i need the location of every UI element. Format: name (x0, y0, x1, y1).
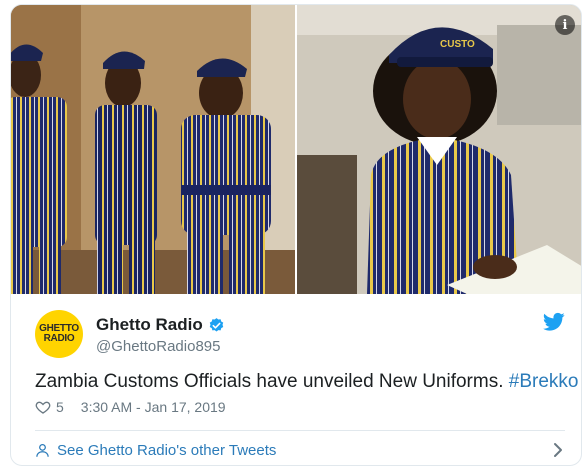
hashtag-link[interactable]: #Brekko (509, 371, 579, 392)
verified-badge-icon (209, 317, 223, 332)
see-other-tweets-link[interactable]: See Ghetto Radio's other Tweets (35, 437, 565, 463)
info-icon[interactable]: i (555, 15, 575, 35)
avatar[interactable]: GHETTO RADIO (35, 310, 83, 358)
photo-customs-officer-reading[interactable]: CUSTO i (297, 5, 581, 294)
embedded-tweet-card[interactable]: CUSTO i GHETTO RADIO Ghetto Radio @Ghett… (10, 4, 582, 466)
see-other-tweets-label[interactable]: See Ghetto Radio's other Tweets (57, 442, 276, 459)
chevron-right-icon[interactable] (551, 442, 565, 458)
like-count[interactable]: 5 (56, 399, 64, 415)
tweet-media[interactable]: CUSTO i (11, 5, 581, 294)
divider (35, 430, 565, 431)
twitter-bird-icon[interactable] (543, 312, 565, 332)
tweet-text: Zambia Customs Officials have unveiled N… (35, 371, 578, 393)
photo-three-customs-officers[interactable] (11, 5, 295, 294)
tweet-meta: 5 3:30 AM - Jan 17, 2019 (35, 399, 226, 415)
account-handle[interactable]: @GhettoRadio895 (96, 338, 220, 355)
account-name[interactable]: Ghetto Radio (96, 315, 203, 335)
cap-label: CUSTO (440, 39, 475, 50)
avatar-line-2: RADIO (43, 333, 75, 344)
person-icon (36, 443, 49, 457)
account-name-row[interactable]: Ghetto Radio (96, 315, 225, 335)
like-heart-icon[interactable] (35, 399, 51, 415)
tweet-body: Zambia Customs Officials have unveiled N… (35, 371, 509, 392)
tweet-header: GHETTO RADIO Ghetto Radio @GhettoRadio89… (35, 310, 565, 360)
tweet-timestamp[interactable]: 3:30 AM - Jan 17, 2019 (81, 399, 226, 415)
